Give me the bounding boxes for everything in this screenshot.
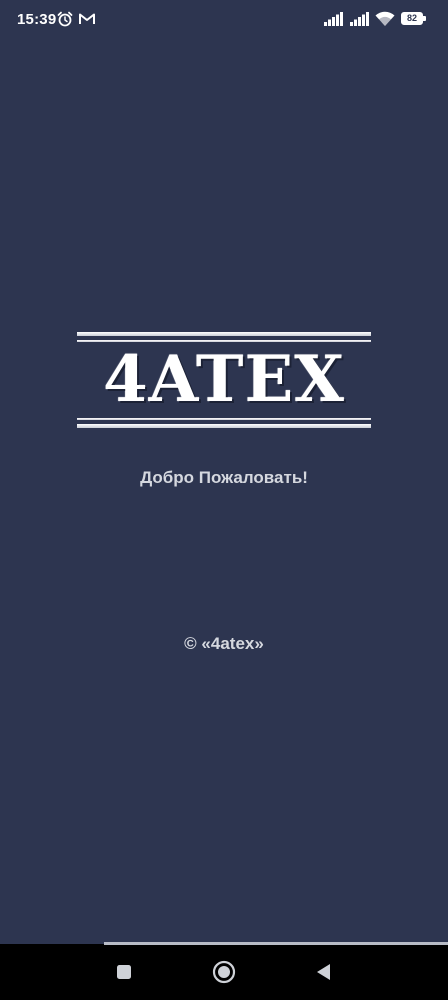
- splash-screen: 15:39 82 4ATEX Добро Пожаловать! © «4ate…: [0, 0, 448, 1000]
- welcome-text: Добро Пожаловать!: [140, 468, 308, 487]
- logo-bottom-rule: [77, 424, 371, 428]
- square-recents-icon[interactable]: [110, 958, 138, 986]
- gmail-icon: [79, 13, 95, 24]
- alarm-clock-icon: [57, 11, 73, 27]
- triangle-back-icon[interactable]: [310, 958, 338, 986]
- wifi-icon: [375, 11, 395, 26]
- copyright-text: © «4atex»: [184, 634, 264, 653]
- status-time: 15:39: [17, 11, 57, 28]
- cell-signal-icon: [350, 12, 369, 26]
- status-bar: 15:39 82: [0, 0, 448, 42]
- battery-icon: 82: [401, 12, 427, 26]
- logo-text: 4ATEX: [103, 342, 345, 417]
- logo-bottom-rule-thin: [77, 418, 371, 420]
- cell-signal-icon: [324, 12, 343, 26]
- logo-top-rule: [77, 332, 371, 336]
- brand-logo: 4ATEX: [77, 332, 371, 430]
- gesture-handle[interactable]: [104, 942, 448, 945]
- circle-home-icon[interactable]: [210, 958, 238, 986]
- battery-level: 82: [406, 13, 417, 23]
